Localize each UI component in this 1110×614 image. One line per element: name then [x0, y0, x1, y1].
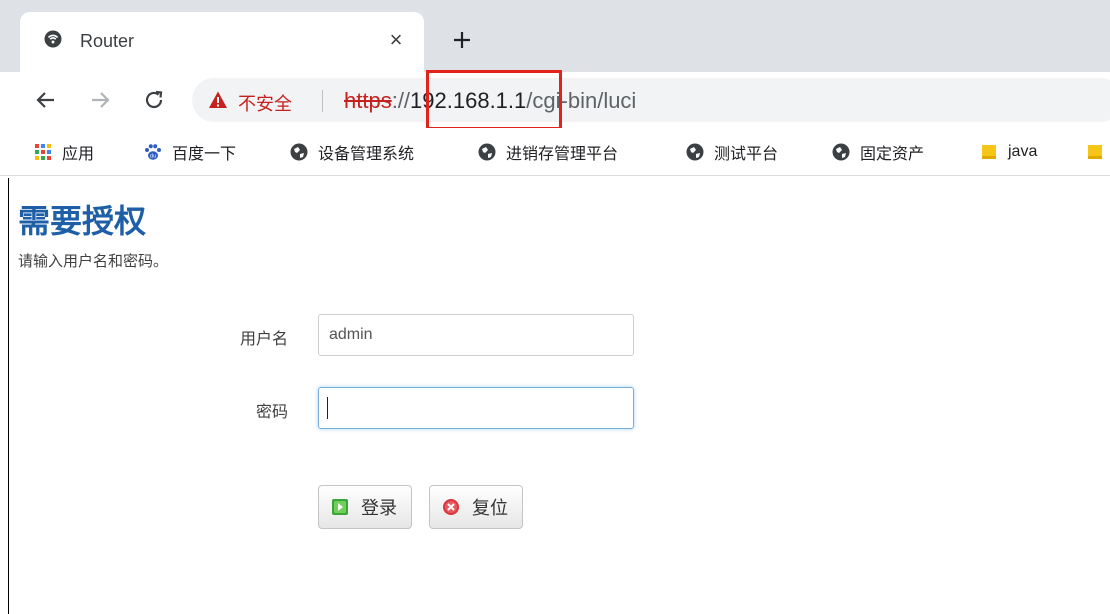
new-tab-button[interactable] [450, 28, 474, 52]
bookmark-device-management[interactable]: 设备管理系统 [290, 140, 414, 164]
warning-triangle-icon [209, 91, 227, 108]
apps-grid-icon [35, 144, 51, 160]
login-button-label: 登录 [361, 498, 397, 518]
password-label: 密码 [255, 404, 288, 421]
back-arrow-icon[interactable] [34, 88, 58, 112]
url-scheme: https [344, 88, 392, 113]
bookmark-label: 进销存管理平台 [506, 146, 619, 163]
tab-title: Router [80, 31, 135, 51]
text-caret [327, 397, 328, 419]
svg-text:du: du [150, 154, 156, 160]
baidu-paw-icon: du [145, 144, 161, 160]
page-left-edge [8, 178, 9, 614]
password-input[interactable] [318, 387, 634, 429]
omnibox-divider [322, 90, 323, 112]
bookmark-fixed-assets[interactable]: 固定资产 [832, 140, 924, 164]
bookmark-inventory-platform[interactable]: 进销存管理平台 [478, 140, 618, 164]
url-scheme-separator: :// [391, 88, 411, 113]
folder-icon[interactable] [1086, 143, 1104, 161]
globe-icon [290, 143, 308, 161]
globe-icon [686, 143, 704, 161]
url-host-highlight-box [426, 70, 562, 130]
bookmark-label: 应用 [62, 146, 95, 163]
bookmark-label: 测试平台 [714, 146, 779, 163]
reload-icon[interactable] [142, 88, 166, 112]
reset-x-icon [443, 499, 459, 515]
page-description: 请输入用户名和密码。 [18, 253, 169, 270]
bookmark-label: java [1008, 143, 1038, 160]
globe-icon [832, 143, 850, 161]
browser-tab[interactable]: Router × [20, 12, 424, 72]
bookmark-baidu[interactable]: du 百度一下 [144, 140, 236, 164]
forward-arrow-icon[interactable] [88, 88, 112, 112]
username-label: 用户名 [239, 331, 288, 348]
tab-close-button[interactable]: × [384, 28, 408, 52]
login-button[interactable]: 登录 [318, 485, 412, 529]
not-secure-label[interactable]: 不安全 [238, 90, 292, 116]
bookmark-test-platform[interactable]: 测试平台 [686, 140, 778, 164]
router-favicon-icon [44, 30, 62, 48]
username-input[interactable] [318, 314, 634, 356]
bookmark-apps[interactable]: 应用 [34, 140, 94, 164]
page-title: 需要授权 [18, 203, 147, 239]
globe-icon [478, 143, 496, 161]
reset-button-label: 复位 [472, 498, 508, 518]
address-bar[interactable]: 不安全 https://192.168.1.1/cgi-bin/luci [192, 78, 1110, 122]
folder-icon [982, 145, 996, 159]
bookmark-label: 设备管理系统 [318, 146, 415, 163]
bookmark-label: 百度一下 [172, 146, 237, 163]
bookmark-folder-java[interactable]: java [980, 140, 1037, 164]
reset-button[interactable]: 复位 [429, 485, 523, 529]
login-arrow-icon [332, 499, 348, 515]
bookmarks-bar: 应用 du 百度一下 设备管理系统 进销存管理平台 测试平台 固定资产 java [0, 128, 1110, 176]
bookmark-label: 固定资产 [860, 146, 925, 163]
tab-strip: Router × [0, 0, 1110, 72]
